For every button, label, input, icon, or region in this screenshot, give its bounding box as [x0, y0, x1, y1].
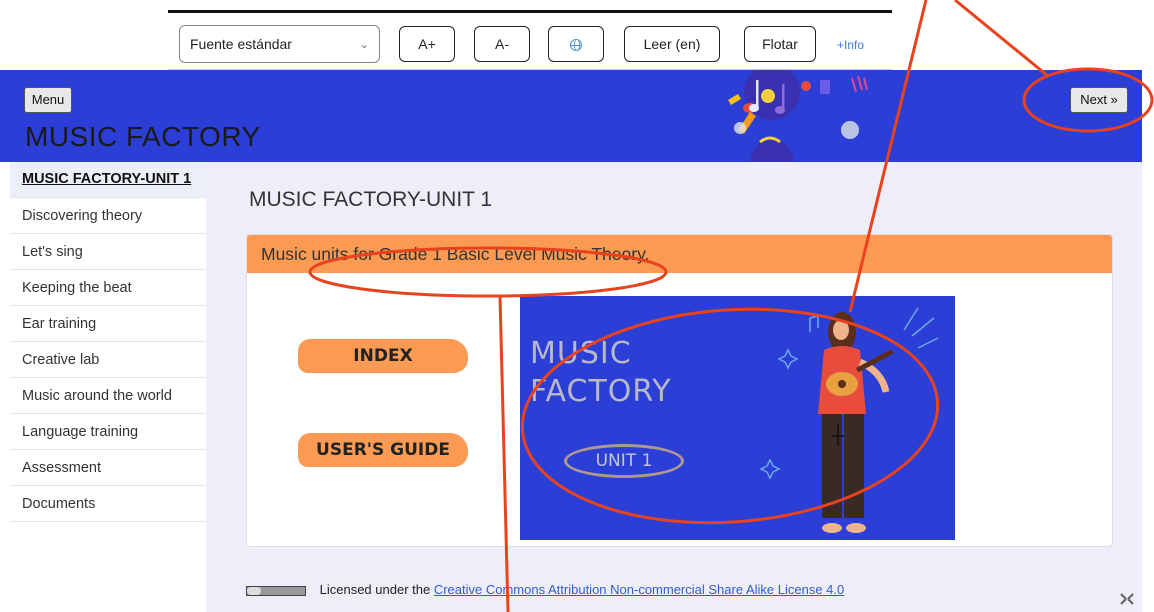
info-link[interactable]: +Info: [837, 38, 864, 52]
sidebar-item-unit-1[interactable]: MUSIC FACTORY-UNIT 1: [10, 162, 206, 198]
font-select-value: Fuente estándar: [190, 36, 292, 52]
sidebar-item-creative-lab[interactable]: Creative lab: [10, 342, 206, 378]
sidebar-item-lets-sing[interactable]: Let's sing: [10, 234, 206, 270]
sidebar-item-language-training[interactable]: Language training: [10, 414, 206, 450]
sidebar-item-discovering-theory[interactable]: Discovering theory: [10, 198, 206, 234]
page: Fuente estándar ⌄ A+ A- Leer (en) Flotar…: [0, 0, 1154, 612]
unit-cover-image[interactable]: MUSIC FACTORY UNIT 1: [520, 296, 955, 540]
license-link[interactable]: Creative Commons Attribution Non-commerc…: [434, 582, 844, 597]
main-content: MUSIC FACTORY-UNIT 1 Music units for Gra…: [206, 162, 1142, 612]
translate-button[interactable]: [548, 26, 604, 62]
guitarist-illustration: [759, 307, 939, 533]
menu-button[interactable]: Menu: [24, 87, 72, 113]
sidebar-item-ear-training[interactable]: Ear training: [10, 306, 206, 342]
read-aloud-button[interactable]: Leer (en): [624, 26, 720, 62]
chevron-down-icon: ⌄: [359, 39, 369, 51]
cc-license-badge-icon[interactable]: [246, 585, 306, 596]
panel-heading: Music units for Grade 1 Basic Level Musi…: [247, 235, 1112, 273]
page-title: MUSIC FACTORY-UNIT 1: [249, 188, 493, 211]
next-button[interactable]: Next »: [1070, 87, 1128, 113]
license-prefix: Licensed under the: [319, 582, 431, 597]
font-select[interactable]: Fuente estándar ⌄: [179, 25, 380, 63]
sidebar-nav: MUSIC FACTORY-UNIT 1 Discovering theory …: [10, 162, 206, 522]
sidebar-item-music-around-the-world[interactable]: Music around the world: [10, 378, 206, 414]
sidebar-item-keeping-the-beat[interactable]: Keeping the beat: [10, 270, 206, 306]
content-panel: Music units for Grade 1 Basic Level Musi…: [246, 234, 1113, 547]
users-guide-button[interactable]: USER'S GUIDE: [298, 433, 468, 467]
license-footer: Licensed under the Creative Commons Attr…: [246, 582, 844, 597]
music-notes-logo: [728, 70, 868, 162]
sidebar-item-assessment[interactable]: Assessment: [10, 450, 206, 486]
site-header: Menu MUSIC FACTORY Next »: [0, 70, 1142, 162]
accessibility-toolbar: Fuente estándar ⌄ A+ A- Leer (en) Flotar…: [168, 10, 892, 70]
collapse-icon[interactable]: [1119, 592, 1135, 606]
index-button[interactable]: INDEX: [298, 339, 468, 373]
increase-font-button[interactable]: A+: [399, 26, 455, 62]
globe-icon: [570, 39, 582, 52]
site-title[interactable]: MUSIC FACTORY: [25, 121, 261, 153]
decrease-font-button[interactable]: A-: [474, 26, 530, 62]
annotation-line-to-next: [954, 0, 1049, 78]
sidebar-item-documents[interactable]: Documents: [10, 486, 206, 522]
float-button[interactable]: Flotar: [744, 26, 816, 62]
